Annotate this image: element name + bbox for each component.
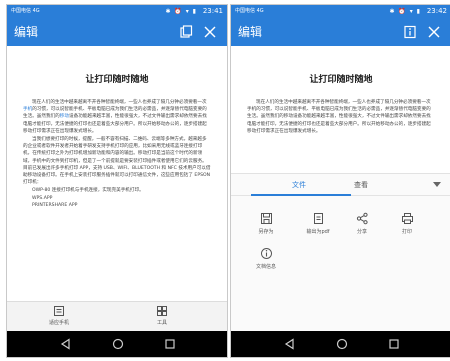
paragraph-link[interactable]: 移动 [60,114,69,119]
close-icon[interactable] [203,25,217,39]
fit-phone-button[interactable]: 适应手机 [29,305,89,326]
back-icon[interactable] [60,338,72,350]
document-line: PRINTERSHARE APP [32,202,78,208]
share-icon [356,212,368,225]
tab-view[interactable]: 查看 [354,174,368,196]
app-title: 编辑 [238,25,263,39]
save-as-button[interactable]: 另存为 [248,212,284,235]
figure: 中国电信 4G ✱ ⏰ ▾ ▮ 23:41 编辑 让打印随时随地 现在人们的生活… [0,0,450,361]
paragraph-text: 现在人们的生活中越来越离不开各种智能终端，一些人也养成了隔几分钟必须要看一次 [32,100,207,105]
tools-button[interactable]: 工具 [132,305,192,326]
share-button[interactable]: 分享 [344,212,380,235]
document-line: OWP-80 连接打印机与手机连接，实现完美手机打印。 [32,188,144,194]
info-icon[interactable] [403,25,417,39]
document-content: 让打印随时随地 现在人们的生活中越来越离不开各种智能终端，一些人也养成了隔几分钟… [7,46,227,331]
fit-phone-label: 适应手机 [48,320,69,326]
document-title: 让打印随时随地 [309,75,373,85]
print-icon [401,213,413,224]
app-bar: 编辑 [231,18,450,46]
document-info-label: 文档信息 [255,264,276,270]
print-label: 打印 [401,229,412,235]
recent-apps-icon[interactable] [164,338,176,350]
document-paragraph: 当我们想要打印的时候，提醒，一般不容有扫描、二维码、云端等多种方式，越来越多的企… [23,137,211,186]
status-bar: 中国电信 4G ✱ ⏰ ▾ ▮ 23:42 [231,5,450,18]
document-line: WPS.APP [32,195,53,201]
document-paragraph: 现在人们的生活中越来越离不开各种智能终端，一些人也养成了隔几分钟必须要看一次手机… [23,99,211,135]
app-bar: 编辑 [7,18,227,46]
export-pdf-label: 输出为pdf [306,229,330,235]
collapse-caret-icon[interactable] [433,182,441,187]
active-tab-indicator [251,194,351,196]
phone-screen-left: 中国电信 4G ✱ ⏰ ▾ ▮ 23:41 编辑 让打印随时随地 现在人们的生活… [6,4,228,358]
bottom-toolbar: 适应手机 工具 [7,301,227,331]
file-menu-sheet: 文件 查看 另存为 输出为pdf 分享 打印 文档信息 [231,173,450,333]
sheet-tabs: 文件 查看 [231,174,450,196]
export-pdf-button[interactable]: 输出为pdf [300,212,336,235]
info-icon [260,248,272,259]
share-label: 分享 [356,229,367,235]
document-title: 让打印随时随地 [85,75,149,85]
android-navbar [7,331,227,357]
app-title: 编辑 [14,25,39,39]
home-icon[interactable] [112,338,124,350]
recent-apps-icon[interactable] [388,338,400,350]
status-icons: ✱ ⏰ ▾ ▮ [165,8,197,15]
print-button[interactable]: 打印 [389,212,425,235]
status-time: 23:41 [202,7,223,15]
save-as-icon [260,213,272,224]
tab-file[interactable]: 文件 [292,174,306,196]
tools-icon [157,306,167,316]
document-info-button[interactable]: 文档信息 [248,247,284,270]
tools-label: 工具 [156,320,167,326]
back-icon[interactable] [284,338,296,350]
close-icon[interactable] [427,25,441,39]
status-time: 23:42 [426,7,447,15]
pdf-icon [313,213,323,224]
status-icons: ✱ ⏰ ▾ ▮ [389,8,421,15]
paragraph-link[interactable]: 手机 [23,107,32,112]
save-as-label: 另存为 [258,229,274,235]
fit-phone-icon [54,306,64,316]
carrier-label: 中国电信 4G [11,8,40,14]
status-bar: 中国电信 4G ✱ ⏰ ▾ ▮ 23:41 [7,5,227,18]
document-paragraph: 现在人们的生活中越来越离不开各种智能终端，一些人也养成了隔几分钟必须要看一次手机… [247,100,431,134]
home-icon[interactable] [336,338,348,350]
android-navbar [231,331,450,357]
carrier-label: 中国电信 4G [235,8,264,14]
copy-icon[interactable] [179,25,193,39]
phone-screen-right: 中国电信 4G ✱ ⏰ ▾ ▮ 23:42 编辑 让打印随时随地 现在人们的生活… [230,4,450,358]
